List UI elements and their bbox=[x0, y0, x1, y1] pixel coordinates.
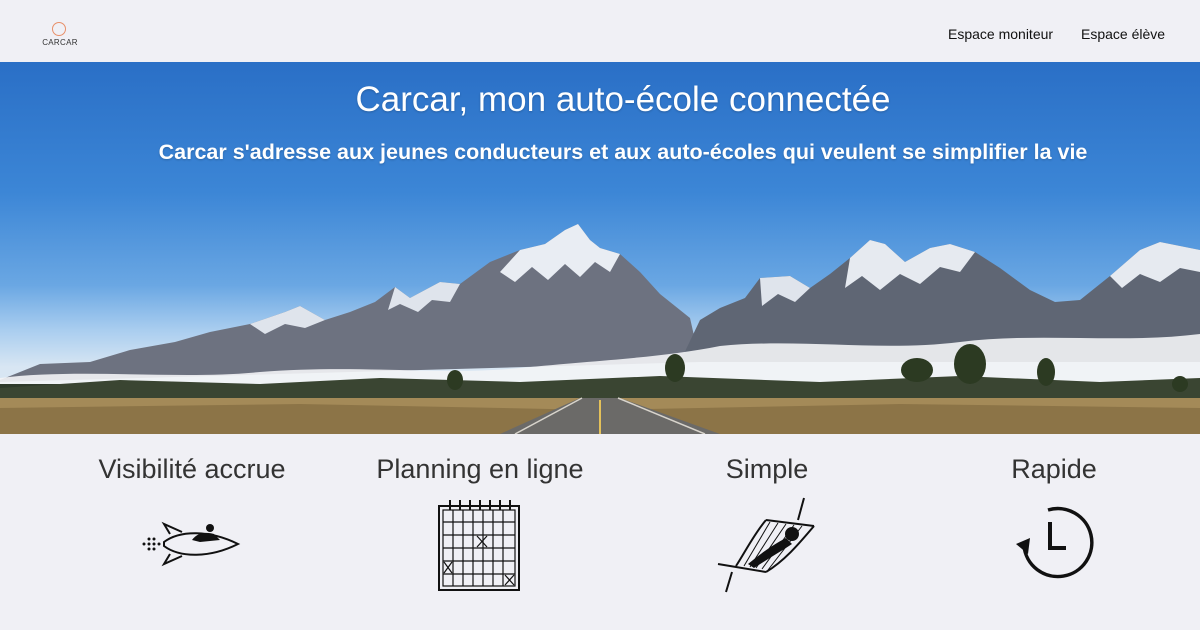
feature-title: Rapide bbox=[1011, 454, 1097, 484]
feature-simple: Simple bbox=[622, 454, 912, 485]
hero-subtitle: Carcar s'adresse aux jeunes conducteurs … bbox=[158, 140, 1088, 164]
feature-planning: Planning en ligne bbox=[335, 454, 625, 485]
hammock-icon bbox=[717, 497, 815, 593]
logo-ring-icon bbox=[52, 22, 66, 36]
site-header: CARCAR Espace moniteur Espace élève bbox=[0, 0, 1200, 62]
logo-text: CARCAR bbox=[42, 38, 78, 47]
feature-title: Simple bbox=[725, 454, 809, 484]
feature-rapide: Rapide bbox=[909, 454, 1199, 485]
clock-icon bbox=[1016, 506, 1094, 579]
calendar-icon bbox=[438, 500, 520, 591]
hero-title: Carcar, mon auto-école connectée bbox=[355, 80, 891, 119]
hero-banner: Carcar, mon auto-école connectée Carcar … bbox=[0, 62, 1200, 434]
feature-title: Planning en ligne bbox=[376, 454, 584, 484]
feature-title: Visibilité accrue bbox=[98, 454, 286, 484]
rocket-icon bbox=[142, 521, 241, 567]
nav-espace-eleve[interactable]: Espace élève bbox=[1081, 26, 1165, 42]
feature-visibilite: Visibilité accrue bbox=[47, 454, 337, 485]
nav-espace-moniteur[interactable]: Espace moniteur bbox=[948, 26, 1053, 42]
logo[interactable]: CARCAR bbox=[40, 20, 80, 50]
